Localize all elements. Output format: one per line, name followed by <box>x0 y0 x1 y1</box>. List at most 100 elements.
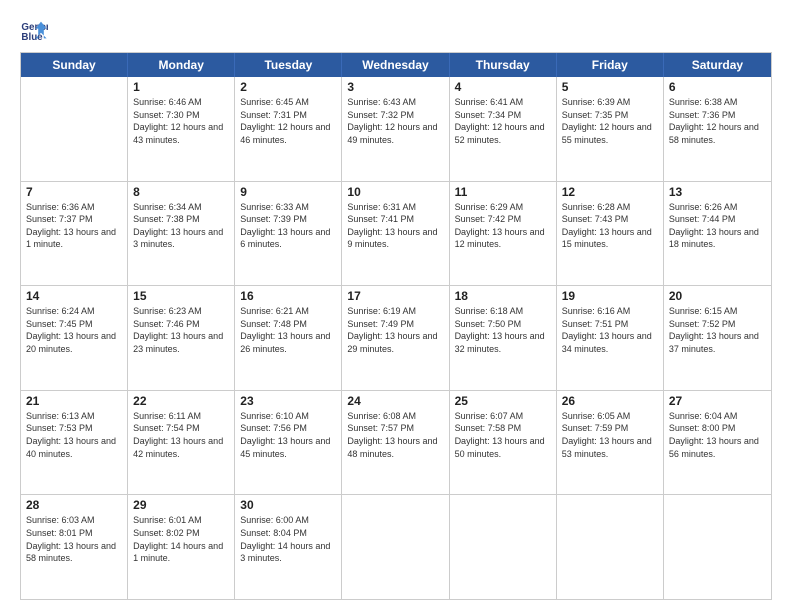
week-row-5: 28Sunrise: 6:03 AMSunset: 8:01 PMDayligh… <box>21 495 771 599</box>
day-number: 23 <box>240 394 336 408</box>
logo-icon: General Blue <box>20 16 48 44</box>
day-number: 15 <box>133 289 229 303</box>
day-cell-15: 15 Sunrise: 6:23 AMSunset: 7:46 PMDayligh… <box>128 286 235 390</box>
calendar-header: SundayMondayTuesdayWednesdayThursdayFrid… <box>21 53 771 77</box>
day-info: Sunrise: 6:16 AMSunset: 7:51 PMDaylight:… <box>562 305 658 355</box>
day-info: Sunrise: 6:29 AMSunset: 7:42 PMDaylight:… <box>455 201 551 251</box>
day-cell-12: 12 Sunrise: 6:28 AMSunset: 7:43 PMDayligh… <box>557 182 664 286</box>
week-row-2: 7Sunrise: 6:36 AMSunset: 7:37 PMDaylight… <box>21 182 771 287</box>
day-cell-7: 7Sunrise: 6:36 AMSunset: 7:37 PMDaylight… <box>21 182 128 286</box>
day-info: Sunrise: 6:13 AMSunset: 7:53 PMDaylight:… <box>26 410 122 460</box>
day-cell-22: 22 Sunrise: 6:11 AMSunset: 7:54 PMDayligh… <box>128 391 235 495</box>
header-cell-saturday: Saturday <box>664 53 771 77</box>
day-number: 12 <box>562 185 658 199</box>
day-info: Sunrise: 6:33 AMSunset: 7:39 PMDaylight:… <box>240 201 336 251</box>
week-row-1: 1 Sunrise: 6:46 AMSunset: 7:30 PMDaylight… <box>21 77 771 182</box>
day-info: Sunrise: 6:36 AMSunset: 7:37 PMDaylight:… <box>26 201 122 251</box>
day-cell-25: 25 Sunrise: 6:07 AMSunset: 7:58 PMDayligh… <box>450 391 557 495</box>
day-info: Sunrise: 6:46 AMSunset: 7:30 PMDaylight:… <box>133 96 229 146</box>
day-info: Sunrise: 6:15 AMSunset: 7:52 PMDaylight:… <box>669 305 766 355</box>
day-number: 14 <box>26 289 122 303</box>
day-info: Sunrise: 6:10 AMSunset: 7:56 PMDaylight:… <box>240 410 336 460</box>
day-cell-17: 17 Sunrise: 6:19 AMSunset: 7:49 PMDayligh… <box>342 286 449 390</box>
day-info: Sunrise: 6:24 AMSunset: 7:45 PMDaylight:… <box>26 305 122 355</box>
day-cell-9: 9 Sunrise: 6:33 AMSunset: 7:39 PMDaylight… <box>235 182 342 286</box>
header-cell-monday: Monday <box>128 53 235 77</box>
day-number: 27 <box>669 394 766 408</box>
day-cell-14: 14 Sunrise: 6:24 AMSunset: 7:45 PMDayligh… <box>21 286 128 390</box>
day-cell-13: 13 Sunrise: 6:26 AMSunset: 7:44 PMDayligh… <box>664 182 771 286</box>
day-cell-27: 27 Sunrise: 6:04 AMSunset: 8:00 PMDayligh… <box>664 391 771 495</box>
day-number: 30 <box>240 498 336 512</box>
day-cell-16: 16 Sunrise: 6:21 AMSunset: 7:48 PMDayligh… <box>235 286 342 390</box>
day-info: Sunrise: 6:31 AMSunset: 7:41 PMDaylight:… <box>347 201 443 251</box>
day-number: 25 <box>455 394 551 408</box>
day-info: Sunrise: 6:26 AMSunset: 7:44 PMDaylight:… <box>669 201 766 251</box>
header-cell-sunday: Sunday <box>21 53 128 77</box>
day-cell-24: 24 Sunrise: 6:08 AMSunset: 7:57 PMDayligh… <box>342 391 449 495</box>
day-cell-2: 2 Sunrise: 6:45 AMSunset: 7:31 PMDaylight… <box>235 77 342 181</box>
header-cell-wednesday: Wednesday <box>342 53 449 77</box>
day-info: Sunrise: 6:34 AMSunset: 7:38 PMDaylight:… <box>133 201 229 251</box>
day-cell-18: 18 Sunrise: 6:18 AMSunset: 7:50 PMDayligh… <box>450 286 557 390</box>
week-row-3: 14 Sunrise: 6:24 AMSunset: 7:45 PMDayligh… <box>21 286 771 391</box>
day-cell-30: 30 Sunrise: 6:00 AMSunset: 8:04 PMDayligh… <box>235 495 342 599</box>
day-number: 21 <box>26 394 122 408</box>
day-info: Sunrise: 6:18 AMSunset: 7:50 PMDaylight:… <box>455 305 551 355</box>
day-cell-11: 11 Sunrise: 6:29 AMSunset: 7:42 PMDayligh… <box>450 182 557 286</box>
header-cell-thursday: Thursday <box>450 53 557 77</box>
day-number: 4 <box>455 80 551 94</box>
logo: General Blue <box>20 16 52 44</box>
day-info: Sunrise: 6:01 AMSunset: 8:02 PMDaylight:… <box>133 514 229 564</box>
day-number: 11 <box>455 185 551 199</box>
day-number: 22 <box>133 394 229 408</box>
day-cell-empty-5 <box>557 495 664 599</box>
day-cell-29: 29Sunrise: 6:01 AMSunset: 8:02 PMDayligh… <box>128 495 235 599</box>
day-info: Sunrise: 6:04 AMSunset: 8:00 PMDaylight:… <box>669 410 766 460</box>
day-info: Sunrise: 6:03 AMSunset: 8:01 PMDaylight:… <box>26 514 122 564</box>
day-number: 18 <box>455 289 551 303</box>
day-cell-empty-0 <box>21 77 128 181</box>
week-row-4: 21 Sunrise: 6:13 AMSunset: 7:53 PMDayligh… <box>21 391 771 496</box>
day-number: 20 <box>669 289 766 303</box>
day-cell-23: 23 Sunrise: 6:10 AMSunset: 7:56 PMDayligh… <box>235 391 342 495</box>
day-cell-10: 10 Sunrise: 6:31 AMSunset: 7:41 PMDayligh… <box>342 182 449 286</box>
day-info: Sunrise: 6:21 AMSunset: 7:48 PMDaylight:… <box>240 305 336 355</box>
day-cell-empty-4 <box>450 495 557 599</box>
header-cell-tuesday: Tuesday <box>235 53 342 77</box>
day-cell-6: 6 Sunrise: 6:38 AMSunset: 7:36 PMDaylight… <box>664 77 771 181</box>
day-cell-26: 26Sunrise: 6:05 AMSunset: 7:59 PMDayligh… <box>557 391 664 495</box>
day-info: Sunrise: 6:11 AMSunset: 7:54 PMDaylight:… <box>133 410 229 460</box>
header: General Blue <box>20 16 772 44</box>
day-info: Sunrise: 6:08 AMSunset: 7:57 PMDaylight:… <box>347 410 443 460</box>
day-cell-5: 5 Sunrise: 6:39 AMSunset: 7:35 PMDaylight… <box>557 77 664 181</box>
day-number: 26 <box>562 394 658 408</box>
day-number: 13 <box>669 185 766 199</box>
day-info: Sunrise: 6:07 AMSunset: 7:58 PMDaylight:… <box>455 410 551 460</box>
day-number: 5 <box>562 80 658 94</box>
day-number: 24 <box>347 394 443 408</box>
day-info: Sunrise: 6:45 AMSunset: 7:31 PMDaylight:… <box>240 96 336 146</box>
day-cell-20: 20 Sunrise: 6:15 AMSunset: 7:52 PMDayligh… <box>664 286 771 390</box>
day-number: 16 <box>240 289 336 303</box>
day-cell-4: 4Sunrise: 6:41 AMSunset: 7:34 PMDaylight… <box>450 77 557 181</box>
day-number: 6 <box>669 80 766 94</box>
day-info: Sunrise: 6:23 AMSunset: 7:46 PMDaylight:… <box>133 305 229 355</box>
day-cell-empty-6 <box>664 495 771 599</box>
day-cell-empty-3 <box>342 495 449 599</box>
day-number: 10 <box>347 185 443 199</box>
day-info: Sunrise: 6:00 AMSunset: 8:04 PMDaylight:… <box>240 514 336 564</box>
day-cell-8: 8Sunrise: 6:34 AMSunset: 7:38 PMDaylight… <box>128 182 235 286</box>
day-number: 2 <box>240 80 336 94</box>
day-info: Sunrise: 6:19 AMSunset: 7:49 PMDaylight:… <box>347 305 443 355</box>
day-info: Sunrise: 6:38 AMSunset: 7:36 PMDaylight:… <box>669 96 766 146</box>
day-cell-21: 21 Sunrise: 6:13 AMSunset: 7:53 PMDayligh… <box>21 391 128 495</box>
day-number: 17 <box>347 289 443 303</box>
day-info: Sunrise: 6:28 AMSunset: 7:43 PMDaylight:… <box>562 201 658 251</box>
day-info: Sunrise: 6:39 AMSunset: 7:35 PMDaylight:… <box>562 96 658 146</box>
day-number: 9 <box>240 185 336 199</box>
header-cell-friday: Friday <box>557 53 664 77</box>
day-cell-3: 3Sunrise: 6:43 AMSunset: 7:32 PMDaylight… <box>342 77 449 181</box>
day-number: 3 <box>347 80 443 94</box>
day-number: 1 <box>133 80 229 94</box>
